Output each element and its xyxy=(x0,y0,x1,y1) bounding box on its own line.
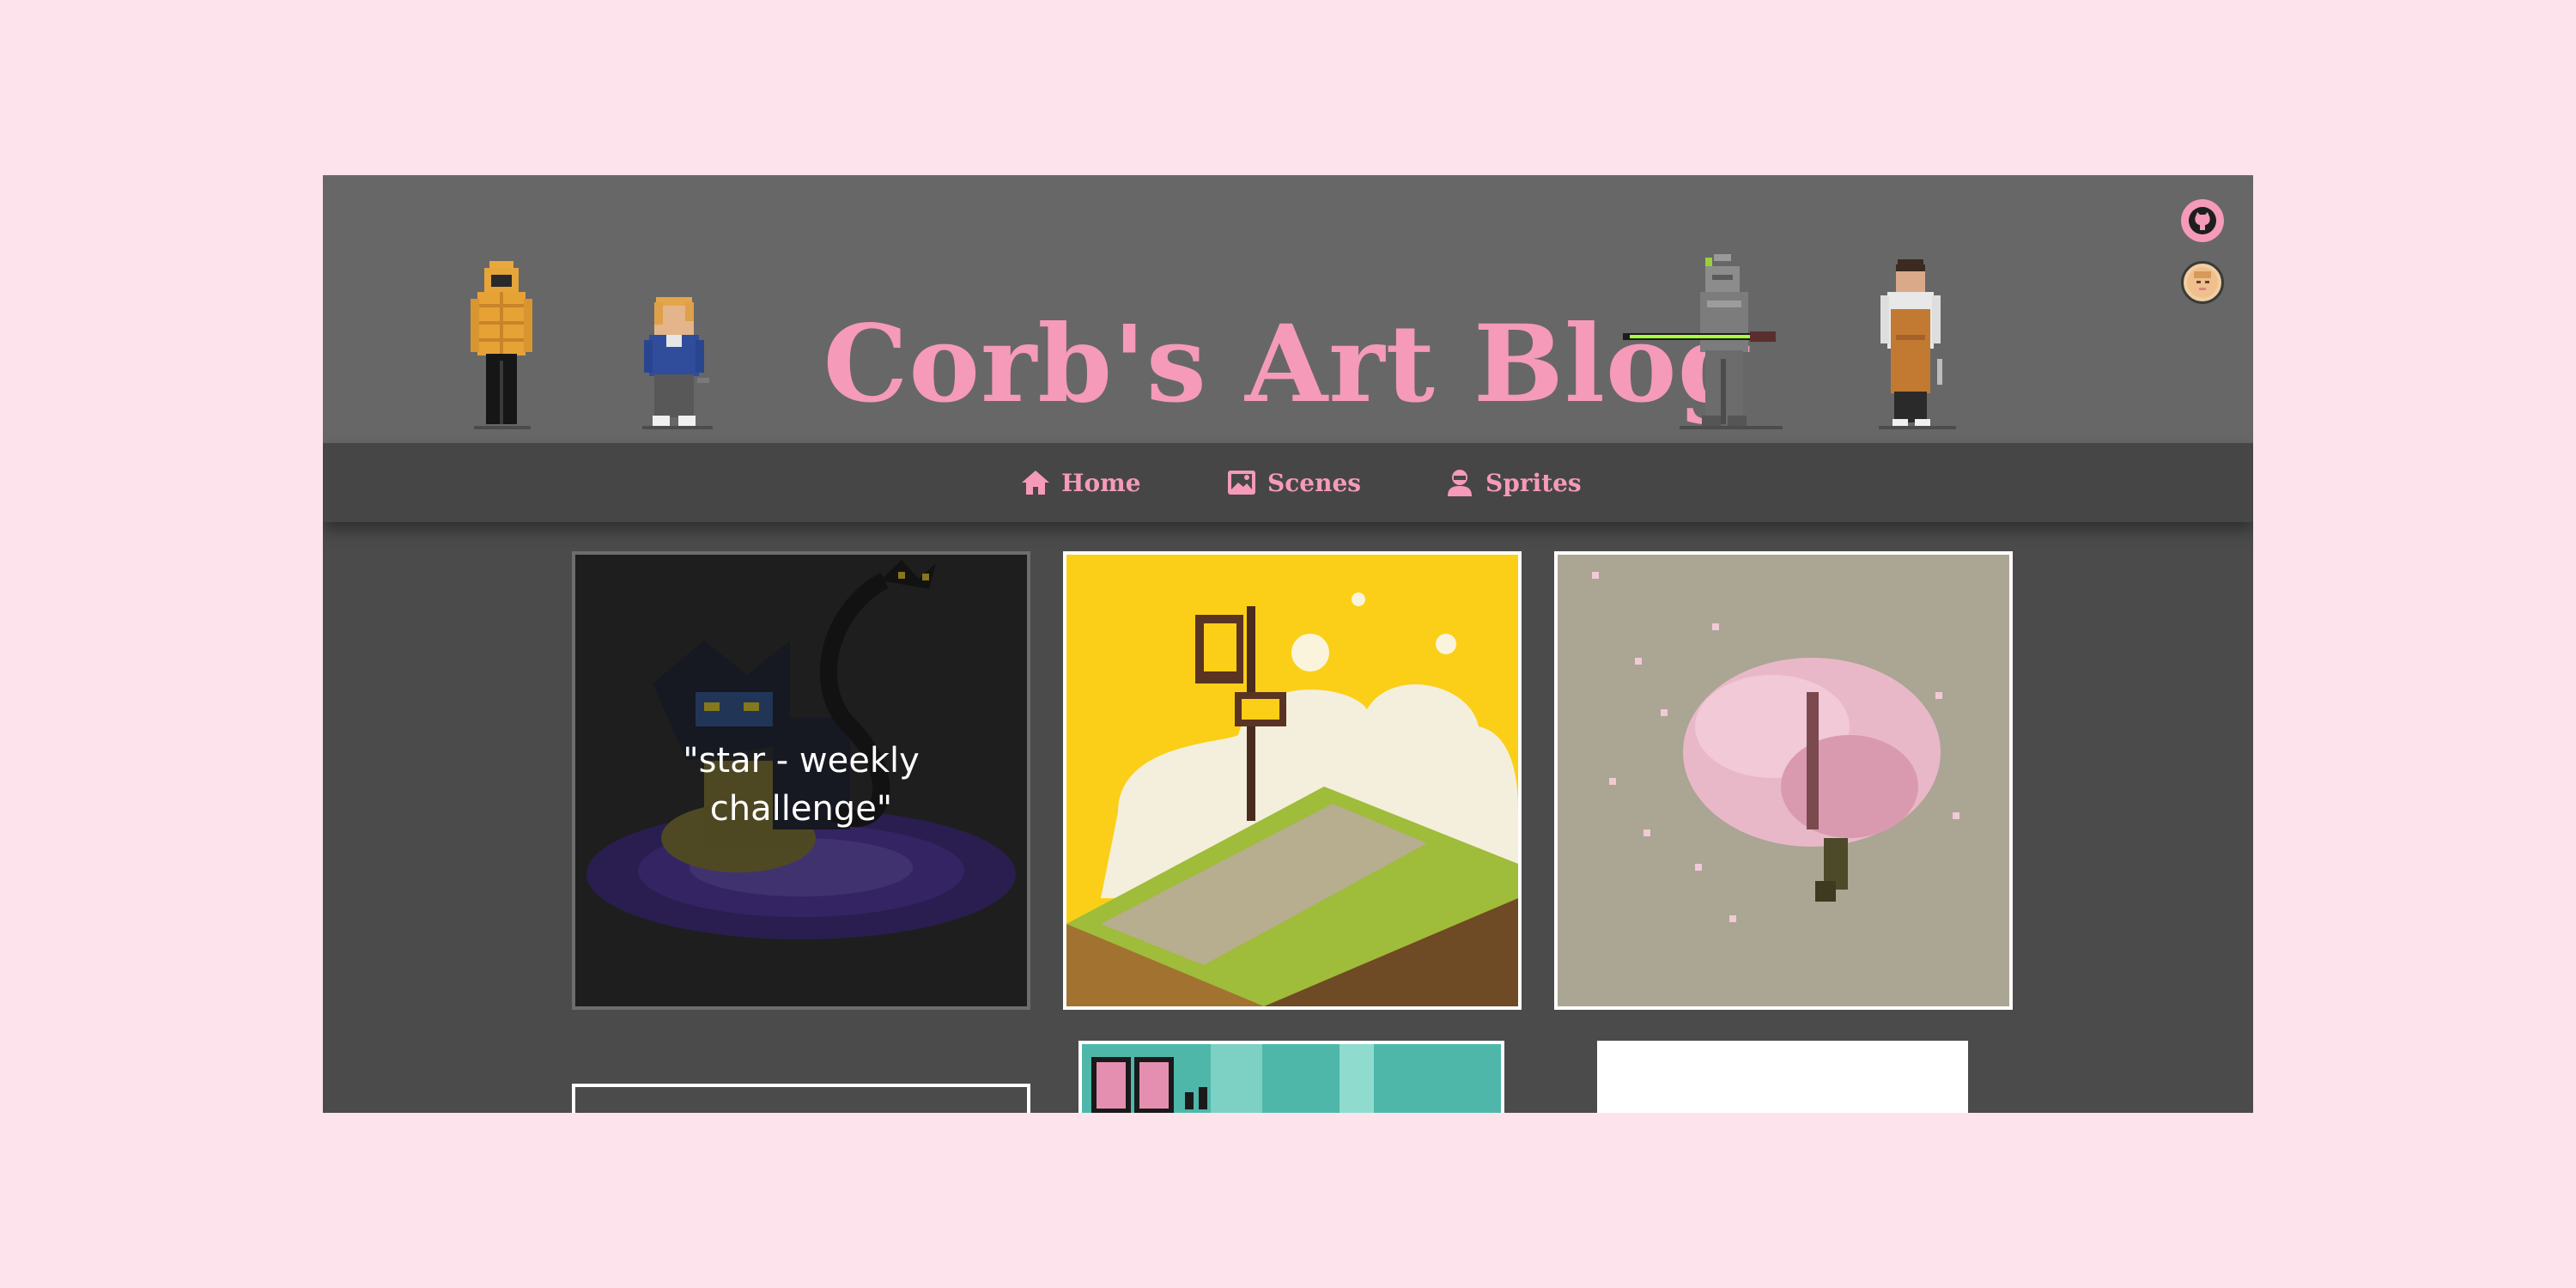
caption-line: "star - weekly xyxy=(683,741,920,781)
home-icon xyxy=(1022,471,1049,495)
github-icon-glyph xyxy=(2189,207,2216,234)
artwork-teal-scene xyxy=(1082,1044,1501,1113)
nav-sprites[interactable]: Sprites xyxy=(1444,443,1582,522)
github-icon[interactable] xyxy=(2181,199,2224,242)
gallery-card-isometric[interactable] xyxy=(1063,551,1522,1010)
gallery-card-star[interactable]: "star - weekly challenge" xyxy=(572,551,1030,1010)
sprite-barista xyxy=(1879,259,1956,429)
artwork-caption: "star - weekly challenge" xyxy=(575,737,1027,833)
gallery-card-row2-right[interactable] xyxy=(1597,1041,1968,1113)
nav-home-label: Home xyxy=(1061,468,1141,497)
nav-scenes-label: Scenes xyxy=(1267,468,1362,497)
browser-viewport: Corb's Art Blog Home Scenes Sprites "sta… xyxy=(323,175,2253,1113)
person-icon xyxy=(1448,470,1472,496)
gallery-card-cherry-blossom[interactable] xyxy=(1554,551,2013,1010)
gallery-card-row2-middle[interactable] xyxy=(1078,1041,1504,1113)
caption-line: challenge" xyxy=(709,789,893,829)
nav-home[interactable]: Home xyxy=(1020,443,1141,522)
site-header: Corb's Art Blog xyxy=(323,175,2253,443)
image-icon xyxy=(1228,471,1255,495)
artwork-isometric-tile xyxy=(1066,555,1518,1006)
avatar-icon[interactable] xyxy=(2181,261,2224,304)
nav-sprites-label: Sprites xyxy=(1485,468,1582,497)
artwork-cherry-blossom xyxy=(1558,555,2009,1006)
gallery-card-row2-left[interactable] xyxy=(572,1084,1030,1113)
main-nav: Home Scenes Sprites xyxy=(323,443,2253,522)
sprite-cyborg-ninja xyxy=(1623,254,1783,429)
avatar-face xyxy=(2187,267,2218,298)
site-title: Corb's Art Blog xyxy=(823,302,1753,427)
nav-scenes[interactable]: Scenes xyxy=(1226,443,1361,522)
